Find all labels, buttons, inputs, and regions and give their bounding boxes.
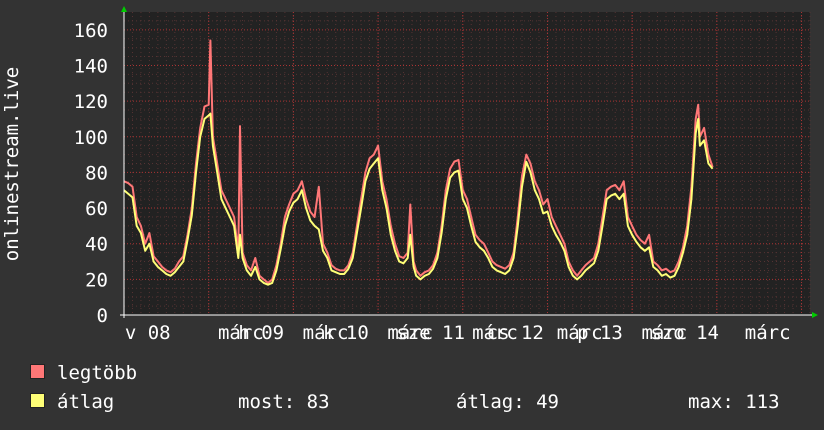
y-tick-labels: 0 20 40 60 80 100 120 140 160	[74, 20, 108, 327]
x-tick-label: szo 14	[650, 322, 719, 344]
legend-swatch-avg	[30, 393, 45, 408]
stat-average: átlag: 49	[456, 391, 559, 413]
legend-label-avg: átlag	[57, 391, 115, 413]
legend-swatch-max	[30, 364, 45, 379]
x-tick-label: márc	[745, 322, 791, 344]
x-tick-label: h 09	[238, 322, 284, 344]
plot-background	[124, 12, 810, 315]
stat-max: max: 113	[688, 391, 780, 413]
y-tick-label: 20	[85, 269, 108, 291]
legend-item-avg: átlag	[30, 391, 114, 413]
y-axis-arrow	[121, 6, 127, 12]
line-chart: 020406080100120140160 v 08 márch 09 márck …	[1, 6, 818, 344]
stat-now: most: 83	[238, 391, 330, 413]
x-axis-arrow	[812, 312, 818, 318]
y-tick-label: 160	[74, 20, 108, 42]
x-tick-label: cs 12	[487, 322, 544, 344]
y-tick-label: 120	[74, 91, 108, 113]
y-tick-label: 100	[74, 127, 108, 149]
x-tick-label: v 08	[125, 322, 171, 344]
legend-item-max: legtöbb	[30, 362, 137, 384]
x-tick-labels: v 08 márch 09 márck 10 márcsze 11 márccs 12 m…	[125, 322, 791, 344]
y-tick-label: 140	[74, 55, 108, 77]
y-tick-label: 80	[85, 162, 108, 184]
x-tick-label: p 13	[577, 322, 623, 344]
y-tick-label: 0	[97, 305, 108, 327]
legend-label-max: legtöbb	[57, 362, 138, 384]
x-tick-label: k 10	[323, 322, 369, 344]
x-tick-label: sze 11	[396, 322, 465, 344]
y-axis-label: onlinestream.live	[1, 67, 23, 261]
y-tick-label: 60	[85, 198, 108, 220]
y-tick-label: 40	[85, 234, 108, 256]
